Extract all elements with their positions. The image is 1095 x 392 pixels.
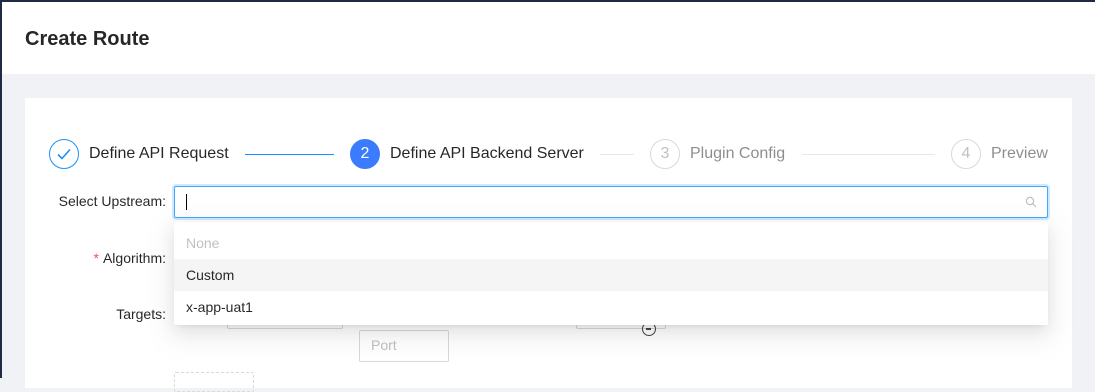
- option-custom[interactable]: Custom: [174, 259, 1048, 291]
- step-2-title: Define API Backend Server: [390, 145, 584, 162]
- page-header: Create Route: [2, 2, 1095, 74]
- step-3-tail: [802, 154, 935, 155]
- add-target-button[interactable]: [174, 372, 254, 392]
- targets-label-text: Targets: [116, 306, 163, 322]
- step-2-icon: 2: [350, 139, 380, 169]
- page-title: Create Route: [25, 28, 150, 50]
- step-2-tail: [600, 154, 634, 155]
- required-mark: *: [93, 250, 99, 266]
- step-1-check-icon: [49, 139, 79, 169]
- upstream-dropdown: None Custom x-app-uat1: [174, 222, 1048, 325]
- step-3-icon: 3: [650, 139, 680, 169]
- option-none: None: [186, 235, 220, 251]
- step-4-title: Preview: [991, 145, 1048, 162]
- algorithm-label-text: Algorithm: [102, 250, 163, 266]
- targets-label: Targets:: [116, 306, 166, 322]
- step-4-icon: 4: [951, 139, 981, 169]
- step-3-title: Plugin Config: [690, 145, 786, 162]
- select-upstream-label: Select Upstream:: [58, 193, 166, 209]
- algorithm-label: * Algorithm:: [93, 250, 166, 266]
- select-upstream-label-text: Select Upstream: [58, 193, 163, 209]
- text-caret: [186, 194, 187, 210]
- search-icon: [1025, 196, 1037, 208]
- step-1-title: Define API Request: [89, 145, 229, 162]
- check-icon: [57, 148, 71, 160]
- step-1-tail: [245, 154, 334, 155]
- port-input[interactable]: Port: [359, 330, 449, 362]
- select-upstream-input[interactable]: [174, 186, 1048, 218]
- option-x-app-uat1[interactable]: x-app-uat1: [174, 291, 1048, 323]
